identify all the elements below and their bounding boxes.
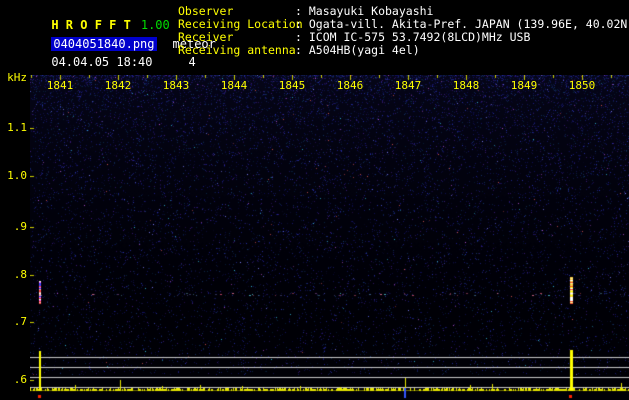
- freq-label: .8: [0, 269, 27, 281]
- info-label: Receiving antenna: [178, 44, 295, 57]
- app-title: H R O F F T: [51, 18, 130, 32]
- time-label: 1849: [509, 80, 539, 92]
- time-label: 1844: [219, 80, 249, 92]
- freq-label: .7: [0, 316, 27, 328]
- time-label: 1845: [277, 80, 307, 92]
- spectrogram-canvas: [30, 75, 629, 400]
- info-value: : A504HB(yagi 4el): [295, 44, 420, 57]
- freq-unit: kHz: [0, 72, 27, 84]
- freq-label: 1.0: [0, 170, 27, 182]
- time-label: 1850: [567, 80, 597, 92]
- freq-label: .9: [0, 221, 27, 233]
- freq-label: 1.1: [0, 122, 27, 134]
- freq-label: .6: [0, 374, 27, 386]
- app-version: 1.00: [141, 18, 170, 32]
- time-label: 1846: [335, 80, 365, 92]
- hrofft-window: H R O F F T 1.00 0404051840.png meteor 04.…: [0, 0, 629, 400]
- time-label: 1848: [451, 80, 481, 92]
- header-info: Observer: Masayuki Kobayashi Receiving L…: [178, 5, 629, 57]
- time-label: 1847: [393, 80, 423, 92]
- info-row-antenna: Receiving antenna: A504HB(yagi 4el): [178, 44, 629, 57]
- time-label: 1841: [45, 80, 75, 92]
- meteor-count: 4: [189, 55, 196, 69]
- output-filename: 0404051840.png: [51, 37, 156, 51]
- datetime-label: 04.04.05 18:40: [51, 55, 152, 69]
- time-label: 1842: [103, 80, 133, 92]
- time-label: 1843: [161, 80, 191, 92]
